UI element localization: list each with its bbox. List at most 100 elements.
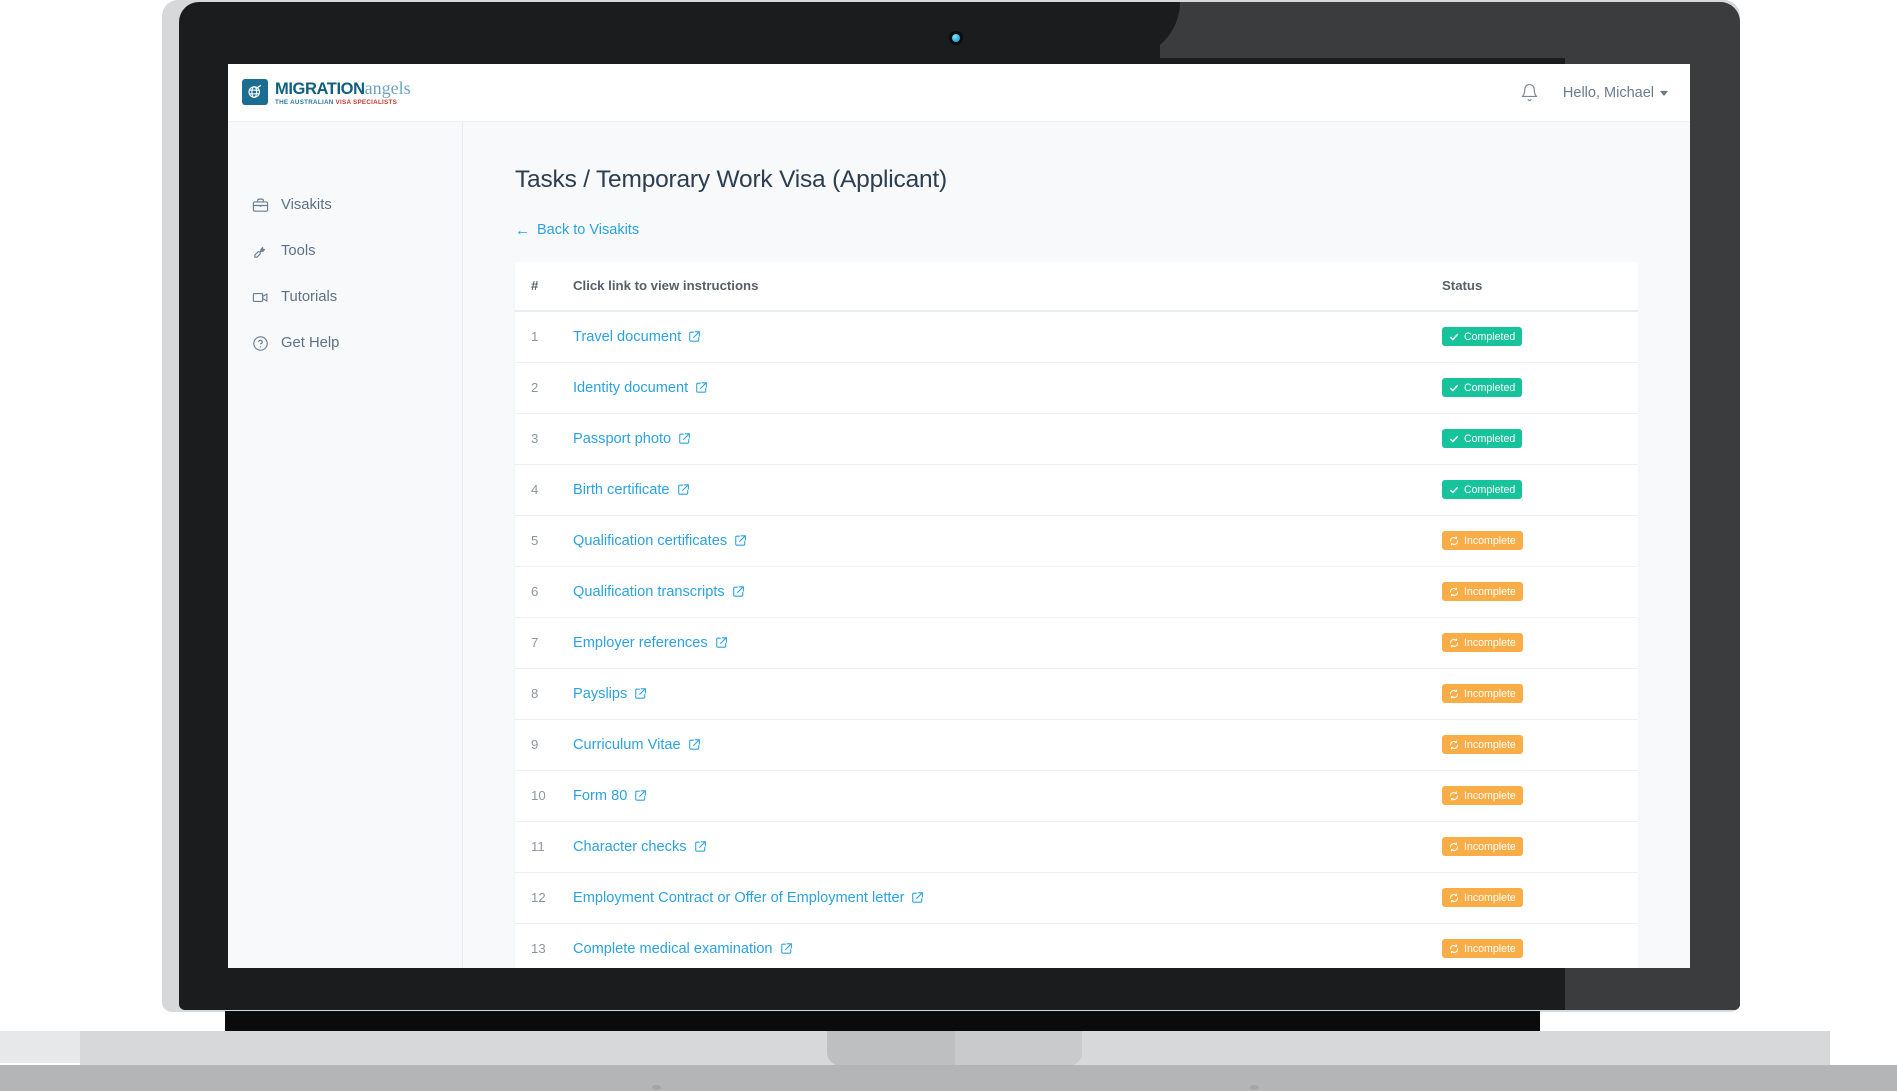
status-badge: Incomplete <box>1442 837 1523 856</box>
row-number: 7 <box>515 634 573 652</box>
sync-refresh-icon <box>1449 536 1459 546</box>
laptop-foot-right <box>1250 1085 1259 1090</box>
row-number: 5 <box>515 532 573 550</box>
brand-tagline-b: VISA SPECIALISTS <box>335 98 398 106</box>
task-link[interactable]: Qualification certificates <box>573 533 747 549</box>
user-greeting-label: Hello, Michael <box>1562 84 1654 101</box>
status-badge: Completed <box>1442 480 1523 499</box>
column-header-name: Click link to view instructions <box>573 278 759 293</box>
user-menu[interactable]: Hello, Michael <box>1563 85 1668 101</box>
table-row: 3 Passport photo Completed <box>515 414 1638 465</box>
table-row: 11 Character checks Incomplete <box>515 822 1638 873</box>
app-header: MIGRATIONangels THE AUSTRALIAN VISA SPEC… <box>228 64 1690 122</box>
status-badge: Incomplete <box>1442 888 1523 907</box>
table-row: 12 Employment Contract or Offer of Employ… <box>515 873 1638 924</box>
task-link[interactable]: Birth certificate <box>573 482 690 498</box>
row-number-label: 1 <box>531 328 539 344</box>
sync-refresh-icon <box>1449 740 1459 750</box>
status-badge: Incomplete <box>1442 939 1523 958</box>
row-status-cell: Incomplete <box>1442 735 1612 754</box>
external-link-icon <box>688 330 701 343</box>
task-link-label: Passport photo <box>573 430 672 447</box>
sync-refresh-icon <box>1449 689 1459 699</box>
task-link-label: Travel document <box>573 328 682 345</box>
page-title: Tasks / Temporary Work Visa (Applicant) <box>515 166 947 193</box>
back-to-visakits-link[interactable]: ← Back to Visakits <box>515 222 639 238</box>
screen-viewport: MIGRATIONangels THE AUSTRALIAN VISA SPEC… <box>228 64 1690 968</box>
row-name-cell: Employment Contract or Offer of Employme… <box>573 889 1442 907</box>
task-link[interactable]: Payslips <box>573 686 647 702</box>
external-link-icon <box>678 432 691 445</box>
sidebar-item-visakits[interactable]: Visakits <box>228 182 462 228</box>
laptop-foot-left <box>652 1085 661 1090</box>
brand-name-light: angels <box>364 78 411 99</box>
task-link[interactable]: Character checks <box>573 839 707 855</box>
laptop-mockup: MIGRATIONangels THE AUSTRALIAN VISA SPEC… <box>0 0 1897 1091</box>
task-link[interactable]: Passport photo <box>573 431 691 447</box>
row-number-label: 10 <box>531 787 546 803</box>
briefcase-icon <box>250 195 270 215</box>
task-link-label: Form 80 <box>573 787 628 804</box>
row-number-label: 4 <box>531 481 539 497</box>
webcam-lens <box>952 34 960 42</box>
row-name-cell: Payslips <box>573 685 1442 703</box>
task-link[interactable]: Identity document <box>573 380 708 396</box>
row-number: 8 <box>515 685 573 703</box>
sidebar-item-tools[interactable]: Tools <box>228 228 462 274</box>
row-status-cell: Completed <box>1442 429 1612 448</box>
status-badge-label: Incomplete <box>1464 789 1516 802</box>
row-number: 4 <box>515 481 573 499</box>
external-link-icon <box>732 585 745 598</box>
notification-bell-icon[interactable] <box>1520 83 1539 102</box>
app-body: Visakits Tools Tutorials Get Help Tasks … <box>228 122 1690 968</box>
row-status-cell: Completed <box>1442 480 1612 499</box>
brand-tagline-a: THE AUSTRALIAN <box>275 98 336 106</box>
status-badge: Incomplete <box>1442 582 1523 601</box>
sidebar-item-label: Get Help <box>281 335 340 351</box>
row-name-cell: Complete medical examination <box>573 940 1442 958</box>
task-link-label: Identity document <box>573 379 689 396</box>
row-number: 9 <box>515 736 573 754</box>
sidebar-item-get-help[interactable]: Get Help <box>228 320 462 366</box>
task-link[interactable]: Travel document <box>573 329 701 345</box>
row-status-cell: Incomplete <box>1442 684 1612 703</box>
row-number: 3 <box>515 430 573 448</box>
external-link-icon <box>634 687 647 700</box>
row-name-cell: Identity document <box>573 379 1442 397</box>
sidebar-item-tutorials[interactable]: Tutorials <box>228 274 462 320</box>
task-link[interactable]: Qualification transcripts <box>573 584 745 600</box>
row-status-cell: Incomplete <box>1442 939 1612 958</box>
table-header-row: # Click link to view instructions Status <box>515 262 1638 312</box>
row-number-label: 12 <box>531 889 546 905</box>
task-link[interactable]: Curriculum Vitae <box>573 737 701 753</box>
question-circle-icon <box>250 333 270 353</box>
row-number-label: 3 <box>531 430 539 446</box>
task-link[interactable]: Complete medical examination <box>573 941 793 957</box>
row-name-cell: Passport photo <box>573 430 1442 448</box>
row-status-cell: Incomplete <box>1442 786 1612 805</box>
task-link[interactable]: Employer references <box>573 635 728 651</box>
status-badge: Incomplete <box>1442 633 1523 652</box>
external-link-icon <box>780 942 793 955</box>
sync-refresh-icon <box>1449 944 1459 954</box>
row-number: 2 <box>515 379 573 397</box>
status-badge-label: Incomplete <box>1464 942 1516 955</box>
task-link-label: Payslips <box>573 685 628 702</box>
status-badge-label: Incomplete <box>1464 687 1516 700</box>
table-row: 2 Identity document Completed <box>515 363 1638 414</box>
globe-passport-icon <box>242 79 268 106</box>
external-link-icon <box>911 891 924 904</box>
table-row: 5 Qualification certificates Incomplete <box>515 516 1638 567</box>
task-link[interactable]: Employment Contract or Offer of Employme… <box>573 890 924 906</box>
row-number: 1 <box>515 328 573 346</box>
sync-refresh-icon <box>1449 791 1459 801</box>
external-link-icon <box>715 636 728 649</box>
row-status-cell: Completed <box>1442 378 1612 397</box>
brand-logo[interactable]: MIGRATIONangels THE AUSTRALIAN VISA SPEC… <box>242 79 411 106</box>
row-number: 11 <box>515 838 573 856</box>
status-badge-label: Incomplete <box>1464 585 1516 598</box>
table-body: 1 Travel document Completed 2 Identity docum… <box>515 312 1638 969</box>
row-name-cell: Employer references <box>573 634 1442 652</box>
brand-name-bold: MIGRATION <box>275 80 365 99</box>
task-link[interactable]: Form 80 <box>573 788 647 804</box>
